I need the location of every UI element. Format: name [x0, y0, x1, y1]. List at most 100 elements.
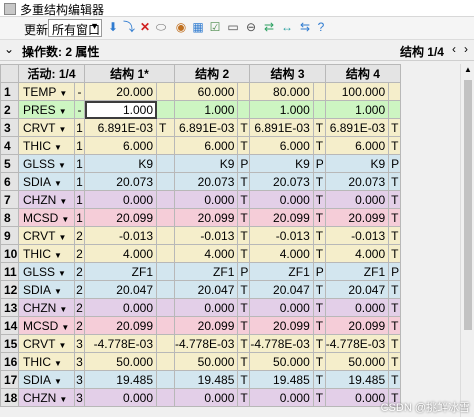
surface-number[interactable]: 2 [74, 262, 85, 281]
operand-type-cell[interactable]: SDIA ▼ [18, 172, 75, 191]
config-3-value[interactable]: 50.000 [249, 352, 314, 371]
arrows-icon[interactable]: ↔ [280, 20, 294, 34]
config-3-value[interactable]: 4.000 [249, 244, 314, 263]
next-arrow-icon[interactable]: › [464, 42, 468, 56]
config-2-solve-flag[interactable]: T [237, 388, 251, 407]
operand-type-cell[interactable]: SDIA ▼ [18, 280, 75, 299]
operand-type-cell[interactable]: MCSD ▼ [18, 208, 75, 227]
config-4-solve-flag[interactable]: T [388, 226, 402, 245]
surface-number[interactable]: - [74, 82, 85, 101]
config-2-solve-flag[interactable]: T [237, 280, 251, 299]
config-2-value[interactable]: 60.000 [173, 82, 239, 101]
config-3-value[interactable]: 20.099 [249, 316, 314, 335]
surface-number[interactable]: 2 [74, 316, 85, 335]
config-2-header[interactable]: 结构 2 [173, 64, 251, 83]
config-4-value[interactable]: K9 [324, 154, 390, 173]
insert-operand-icon[interactable]: ⬇ [106, 20, 120, 34]
config-2-value[interactable]: 19.485 [173, 370, 239, 389]
config-2-solve-flag[interactable]: T [237, 208, 251, 227]
config-2-solve-flag[interactable]: T [237, 298, 251, 317]
surface-number[interactable]: 2 [74, 226, 85, 245]
config-3-value[interactable]: -4.778E-03 [249, 334, 314, 353]
config-2-value[interactable]: 6.000 [173, 136, 239, 155]
config-1-solve-flag[interactable] [156, 388, 175, 407]
config-1-solve-flag[interactable] [156, 298, 175, 317]
vertical-scrollbar[interactable]: ▲ [460, 64, 474, 417]
surface-number[interactable]: 3 [74, 352, 85, 371]
config-4-solve-flag[interactable]: T [388, 280, 402, 299]
operand-type-cell[interactable]: THIC ▼ [18, 352, 75, 371]
surface-number[interactable]: 1 [74, 208, 85, 227]
operand-type-cell[interactable]: THIC ▼ [18, 136, 75, 155]
config-2-solve-flag[interactable]: T [237, 226, 251, 245]
convert-icon[interactable]: ⇄ [262, 20, 276, 34]
config-3-value[interactable]: -0.013 [249, 226, 314, 245]
config-4-value[interactable]: 4.000 [324, 244, 390, 263]
config-3-solve-flag[interactable]: T [312, 172, 326, 191]
config-4-solve-flag[interactable]: T [388, 136, 402, 155]
config-3-value[interactable]: 19.485 [249, 370, 314, 389]
surface-number[interactable]: 2 [74, 244, 85, 263]
config-4-solve-flag[interactable] [388, 82, 402, 101]
settings-icon[interactable]: ⇆ [298, 20, 312, 34]
config-4-solve-flag[interactable]: T [388, 118, 402, 137]
config-4-value[interactable]: 20.099 [324, 316, 390, 335]
config-4-value[interactable]: 6.000 [324, 136, 390, 155]
config-1-solve-flag[interactable]: T [156, 118, 175, 137]
surface-number[interactable]: 3 [74, 388, 85, 407]
surface-number[interactable]: 2 [74, 280, 85, 299]
config-1-solve-flag[interactable] [156, 244, 175, 263]
operand-type-cell[interactable]: CHZN ▼ [18, 298, 75, 317]
config-1-value[interactable]: 6.000 [84, 136, 157, 155]
config-3-solve-flag[interactable] [312, 100, 326, 119]
config-2-value[interactable]: K9 [173, 154, 239, 173]
config-2-solve-flag[interactable]: T [237, 352, 251, 371]
config-4-value[interactable]: 100.000 [324, 82, 390, 101]
config-4-value[interactable]: 1.000 [324, 100, 390, 119]
config-4-solve-flag[interactable]: T [388, 298, 402, 317]
config-2-solve-flag[interactable]: P [237, 262, 251, 281]
config-4-solve-flag[interactable]: T [388, 208, 402, 227]
config-2-value[interactable]: 20.073 [173, 172, 239, 191]
config-2-value[interactable]: 20.047 [173, 280, 239, 299]
config-3-value[interactable]: ZF1 [249, 262, 314, 281]
config-4-value[interactable]: -4.778E-03 [324, 334, 390, 353]
config-3-value[interactable]: 0.000 [249, 190, 314, 209]
active-header[interactable]: 活动: 1/4 [18, 64, 85, 83]
config-1-value[interactable]: 0.000 [84, 190, 157, 209]
config-3-solve-flag[interactable]: T [312, 244, 326, 263]
config-4-solve-flag[interactable]: T [388, 244, 402, 263]
config-1-solve-flag[interactable] [156, 154, 175, 173]
collapse-chevron-icon[interactable]: ⌄ [4, 42, 14, 56]
ellipse-icon[interactable]: ⬭ [154, 20, 168, 34]
toggle-switch-icon[interactable]: ⊖ [244, 20, 258, 34]
operand-type-cell[interactable]: SDIA ▼ [18, 370, 75, 389]
config-3-value[interactable]: 80.000 [249, 82, 314, 101]
config-1-solve-flag[interactable] [156, 100, 175, 119]
config-3-solve-flag[interactable]: T [312, 298, 326, 317]
config-3-solve-flag[interactable]: T [312, 352, 326, 371]
config-3-value[interactable]: 1.000 [249, 100, 314, 119]
config-4-value[interactable]: 20.099 [324, 208, 390, 227]
config-1-solve-flag[interactable] [156, 82, 175, 101]
config-4-solve-flag[interactable]: T [388, 316, 402, 335]
surface-number[interactable]: 2 [74, 298, 85, 317]
config-2-value[interactable]: 0.000 [173, 190, 239, 209]
config-4-value[interactable]: 20.073 [324, 172, 390, 191]
surface-number[interactable]: 3 [74, 334, 85, 353]
config-3-value[interactable]: 0.000 [249, 388, 314, 407]
config-3-value[interactable]: 20.099 [249, 208, 314, 227]
config-2-solve-flag[interactable]: T [237, 136, 251, 155]
scroll-thumb[interactable] [464, 80, 472, 330]
config-3-solve-flag[interactable]: T [312, 118, 326, 137]
config-1-value[interactable]: -0.013 [84, 226, 157, 245]
config-1-solve-flag[interactable] [156, 208, 175, 227]
config-3-value[interactable]: K9 [249, 154, 314, 173]
config-1-value[interactable]: K9 [84, 154, 157, 173]
config-2-solve-flag[interactable]: T [237, 244, 251, 263]
config-1-header[interactable]: 结构 1* [84, 64, 175, 83]
config-4-solve-flag[interactable]: P [388, 154, 402, 173]
config-3-solve-flag[interactable]: T [312, 388, 326, 407]
operand-type-cell[interactable]: MCSD ▼ [18, 316, 75, 335]
config-2-value[interactable]: -0.013 [173, 226, 239, 245]
